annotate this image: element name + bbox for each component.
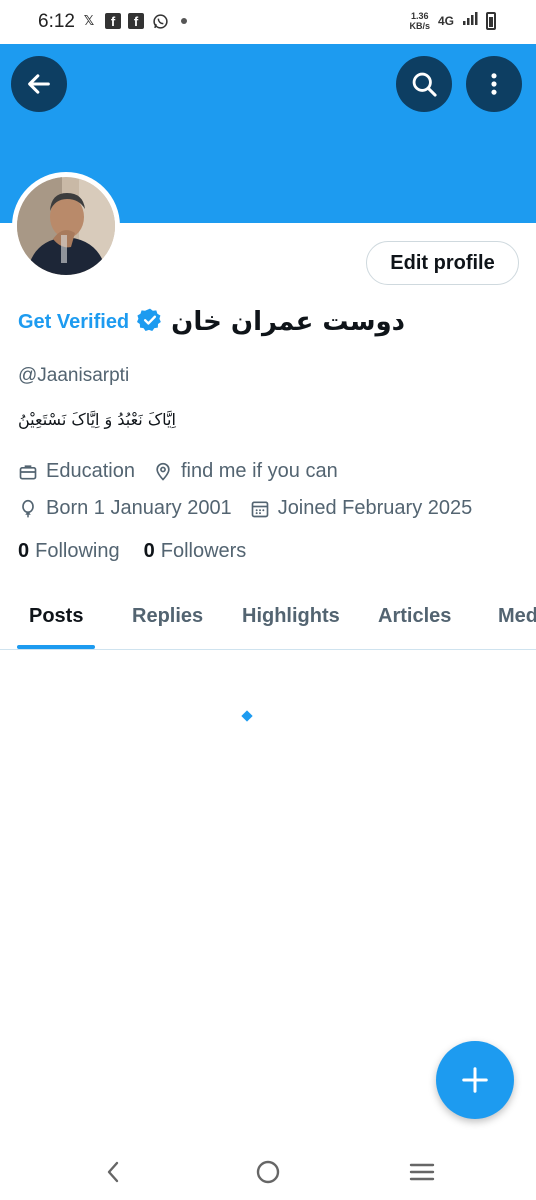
joined-item: Joined February 2025 [250, 497, 473, 520]
signal-icon [462, 10, 478, 31]
followers-label: Followers [160, 540, 247, 562]
verified-badge-icon[interactable] [137, 307, 163, 338]
nav-recents-button[interactable] [404, 1154, 440, 1190]
edit-profile-button[interactable]: Edit profile [366, 241, 519, 285]
more-options-button[interactable] [466, 56, 522, 112]
profile-meta-row-1: Education find me if you can [18, 460, 348, 483]
notification-icons: 𝕏 f f [80, 12, 187, 30]
back-button[interactable] [11, 56, 67, 112]
birthday-label: Born 1 January 2001 [46, 497, 232, 519]
following-link[interactable]: 0 Following [18, 540, 120, 563]
net-speed-value: 1.36 [410, 10, 429, 21]
tab-media[interactable]: Media [498, 605, 536, 628]
profile-bio: اِیَّاکَ نَعْبُدُ وَ اِیَّاکَ نَسْتَعِیْ… [18, 410, 176, 429]
following-label: Following [35, 540, 120, 562]
tab-articles[interactable]: Articles [378, 605, 451, 628]
dot-icon [181, 18, 187, 24]
followers-link[interactable]: 0 Followers [144, 540, 247, 563]
facebook-icon: f [105, 13, 121, 29]
calendar-icon [251, 501, 269, 517]
nav-back-button[interactable] [96, 1154, 132, 1190]
nav-home-button[interactable] [250, 1154, 286, 1190]
net-speed-unit: KB/s [409, 20, 430, 31]
chevron-left-icon [107, 1161, 119, 1183]
name-row: Get Verified دوست عمران خان [18, 302, 405, 342]
search-button[interactable] [396, 56, 452, 112]
network-type: 4G [437, 13, 454, 28]
profile-tabs: Posts Replies Highlights Articles Media [0, 594, 536, 650]
x-icon: 𝕏 [83, 13, 95, 28]
more-vertical-icon [491, 73, 497, 95]
tab-replies[interactable]: Replies [132, 605, 203, 628]
arrow-left-icon [28, 74, 50, 94]
compose-post-button[interactable] [436, 1041, 514, 1119]
system-icons: 1.36 KB/s 4G [409, 10, 496, 31]
system-navigation-bar [0, 1140, 536, 1200]
plus-icon [462, 1067, 488, 1093]
tab-posts[interactable]: Posts [29, 605, 83, 628]
following-count: 0 [18, 540, 30, 562]
active-tab-indicator [17, 645, 95, 649]
get-verified-link[interactable]: Get Verified [18, 311, 129, 334]
loading-spinner [241, 710, 253, 722]
location-pin-icon [156, 462, 170, 481]
tab-highlights[interactable]: Highlights [242, 605, 340, 628]
location-item: find me if you can [153, 460, 338, 483]
follow-stats: 0 Following 0 Followers [18, 540, 246, 563]
circle-home-icon [256, 1160, 280, 1184]
profile-avatar[interactable] [12, 172, 120, 280]
category-item: Education [18, 460, 135, 483]
briefcase-icon [19, 464, 37, 479]
avatar-photo [17, 177, 115, 275]
category-label: Education [46, 460, 135, 482]
followers-count: 0 [143, 540, 155, 562]
network-speed: 1.36 KB/s [409, 11, 430, 31]
display-name: دوست عمران خان [171, 307, 406, 337]
location-label: find me if you can [180, 460, 338, 482]
status-time: 6:12 [38, 11, 75, 32]
birthday-item: Born 1 January 2001 [18, 497, 232, 520]
balloon-icon [22, 499, 34, 517]
menu-lines-icon [409, 1163, 435, 1181]
whatsapp-icon [151, 12, 169, 30]
joined-label: Joined February 2025 [277, 497, 473, 519]
facebook-icon: f [128, 13, 144, 29]
search-icon [412, 72, 437, 97]
profile-meta-row-2: Born 1 January 2001 Joined February 2025 [18, 497, 482, 520]
battery-icon [486, 11, 496, 30]
status-bar: 6:12 𝕏 f f 1.36 KB/s 4G [0, 0, 536, 44]
user-handle: @Jaanisarpti [18, 365, 130, 386]
